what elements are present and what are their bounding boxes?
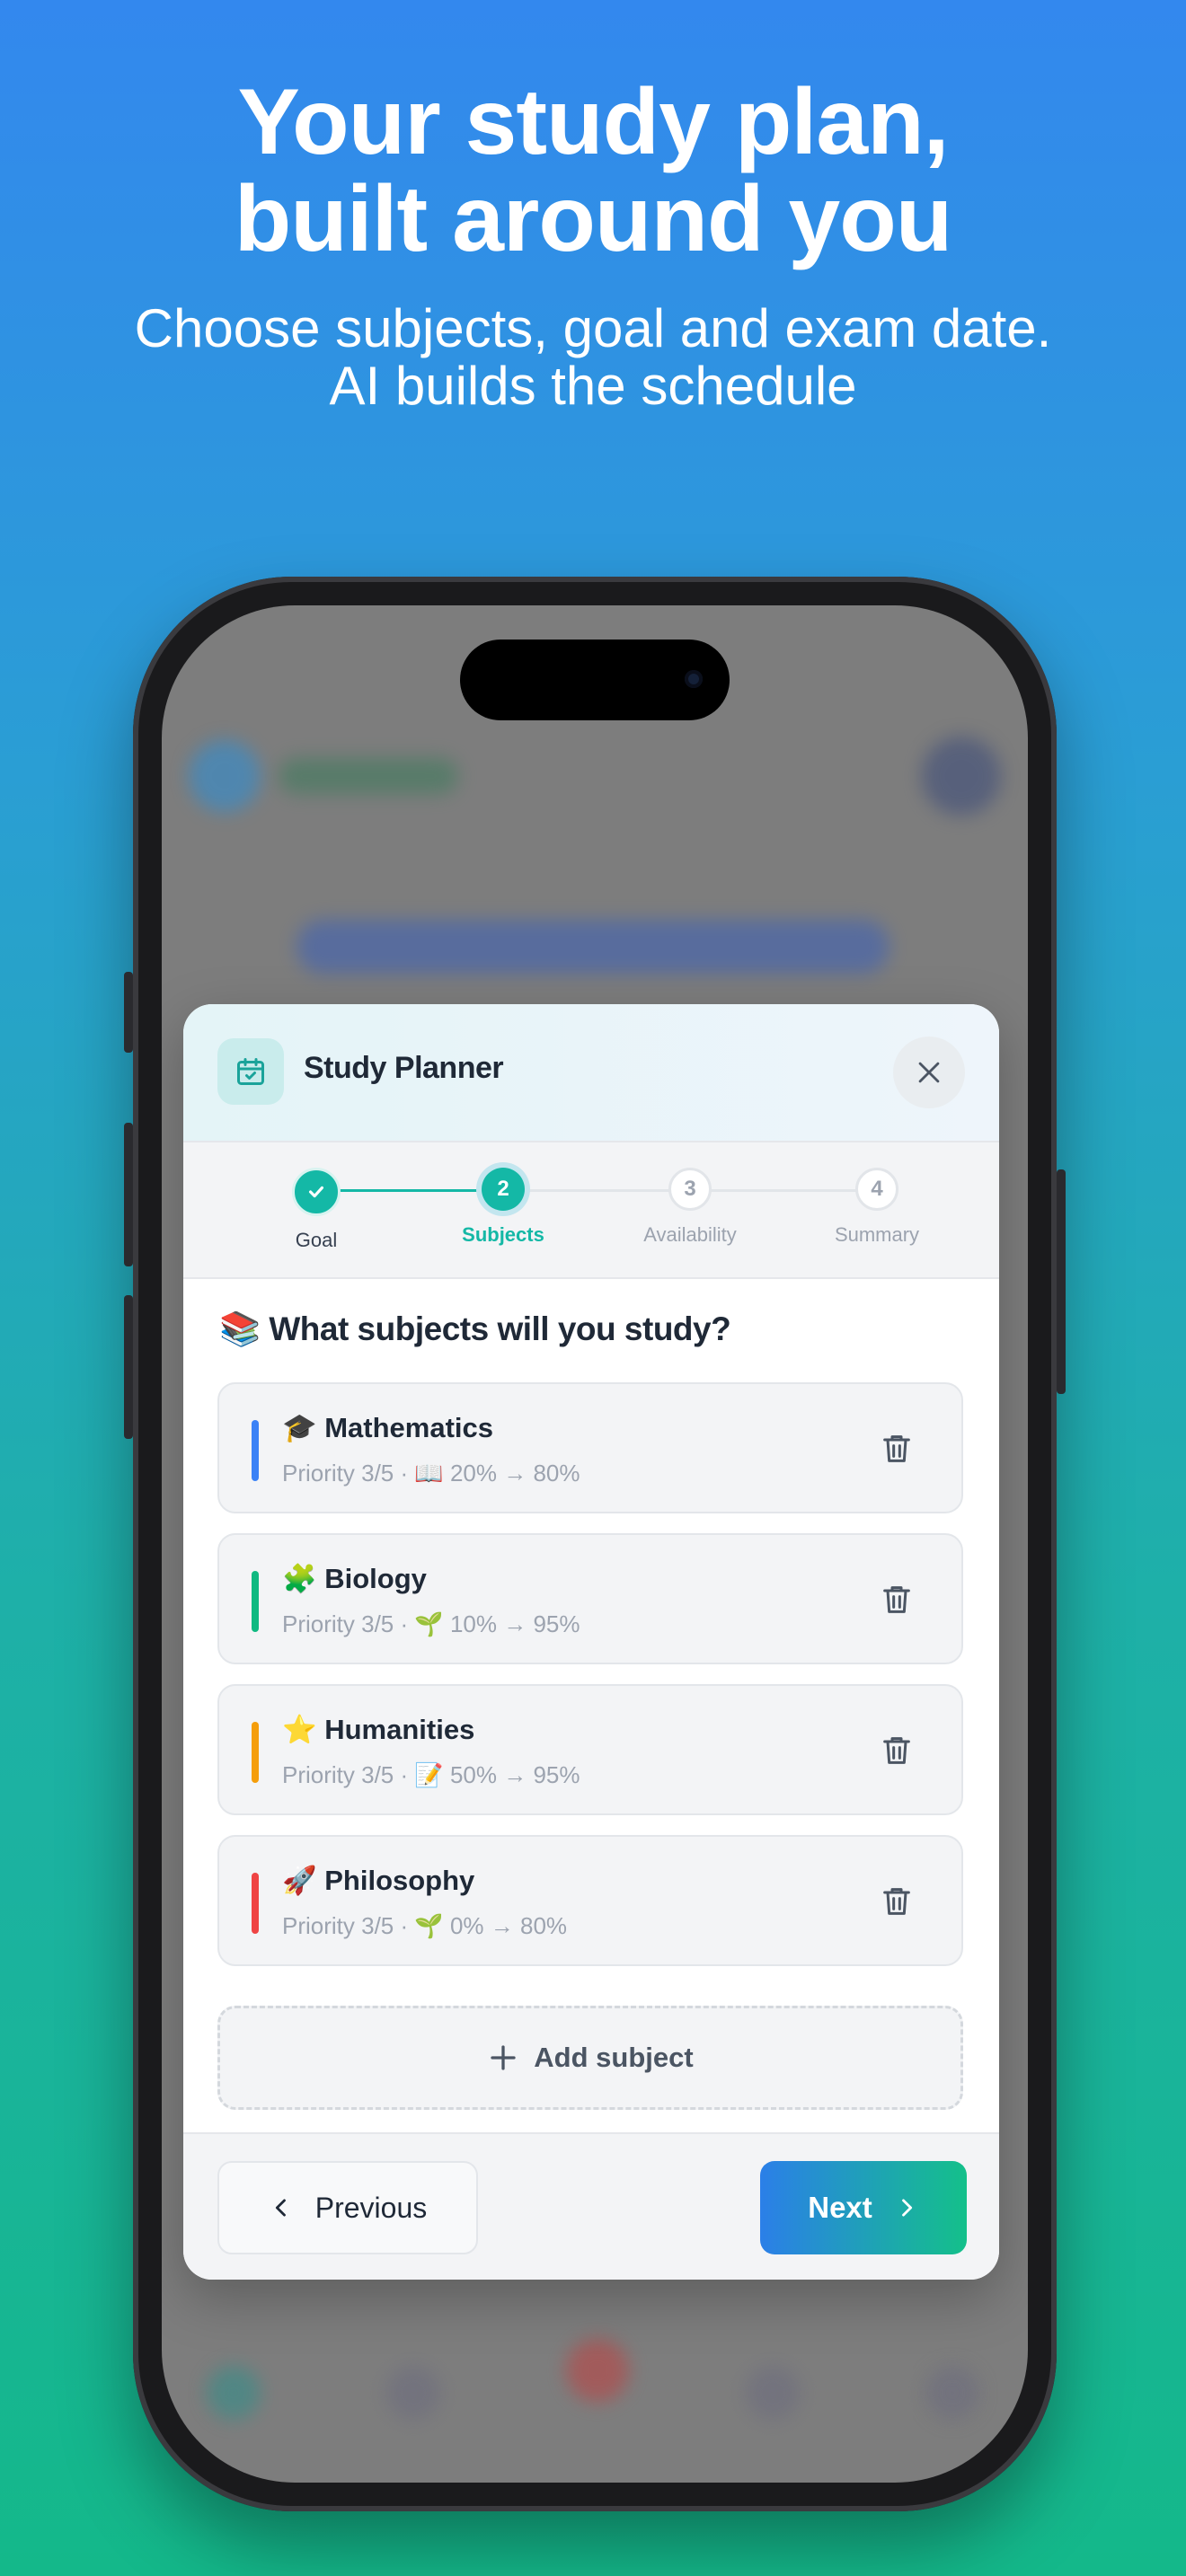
previous-label: Previous xyxy=(314,2191,428,2224)
hero-title: Your study plan, built around you xyxy=(0,74,1186,268)
phone-power-button xyxy=(1057,1169,1066,1394)
question-heading: 📚 What subjects will you study? xyxy=(219,1310,731,1349)
previous-button[interactable]: Previous xyxy=(217,2161,478,2254)
bg-tab-icon-2 xyxy=(386,2366,440,2420)
next-label: Next xyxy=(808,2191,872,2224)
phone-action-button xyxy=(124,972,133,1053)
subject-name: 🚀 Philosophy xyxy=(282,1864,474,1897)
hero: Your study plan, built around you Choose… xyxy=(0,0,1186,415)
bg-tab-icon-4 xyxy=(746,2366,800,2420)
step-availability[interactable]: 3 Availability xyxy=(618,1168,762,1247)
step-label: Summary xyxy=(834,1223,920,1246)
hero-subtitle-line-1: Choose subjects, goal and exam date. xyxy=(134,298,1052,358)
subject-color-bar xyxy=(252,1571,259,1632)
phone-volume-down-button xyxy=(124,1295,133,1439)
step-number: 3 xyxy=(668,1168,712,1211)
hero-subtitle-line-2: AI builds the schedule xyxy=(329,356,857,416)
stepper: Goal 2 Subjects 3 Availability 4 Summary xyxy=(183,1142,999,1279)
star-icon: ⭐ xyxy=(282,1714,317,1746)
check-icon xyxy=(292,1168,341,1216)
subject-card-humanities[interactable]: ⭐ Humanities Priority 3/5 · 📝 50% → 95% xyxy=(217,1684,963,1815)
subject-card-biology[interactable]: 🧩 Biology Priority 3/5 · 🌱 10% → 95% xyxy=(217,1533,963,1664)
step-goal[interactable]: Goal xyxy=(244,1168,388,1252)
add-subject-button[interactable]: Add subject xyxy=(217,2006,963,2110)
subject-name-text: Philosophy xyxy=(324,1865,475,1896)
subject-name-text: Mathematics xyxy=(324,1412,494,1443)
subject-meta: Priority 3/5 · 📝 50% → 95% xyxy=(282,1761,580,1788)
step-summary[interactable]: 4 Summary xyxy=(805,1168,949,1247)
close-icon xyxy=(918,1062,940,1083)
add-subject-label: Add subject xyxy=(534,2042,694,2073)
bg-tab-icon-1 xyxy=(207,2366,261,2420)
modal-title: Study Planner xyxy=(304,1051,504,1085)
subject-card-mathematics[interactable]: 🎓 Mathematics Priority 3/5 · 📖 20% → 80% xyxy=(217,1382,963,1513)
chevron-left-icon xyxy=(275,2199,286,2217)
subject-name: 🎓 Mathematics xyxy=(282,1411,493,1444)
hero-subtitle: Choose subjects, goal and exam date. AI … xyxy=(0,300,1186,415)
next-button[interactable]: Next xyxy=(760,2161,967,2254)
question-text: What subjects will you study? xyxy=(269,1310,731,1347)
close-button[interactable] xyxy=(893,1037,965,1108)
subject-meta: Priority 3/5 · 🌱 0% → 80% xyxy=(282,1912,568,1939)
bg-tab-icon-5 xyxy=(925,2366,979,2420)
plus-icon xyxy=(491,2045,516,2070)
step-number: 2 xyxy=(482,1168,525,1211)
chevron-right-icon xyxy=(901,2199,912,2217)
trash-icon[interactable] xyxy=(879,1582,915,1618)
hero-title-line-1: Your study plan, xyxy=(237,70,949,174)
step-label: Subjects xyxy=(462,1223,544,1246)
subject-meta: Priority 3/5 · 📖 20% → 80% xyxy=(282,1460,580,1486)
subject-name: 🧩 Biology xyxy=(282,1562,427,1595)
graduation-cap-icon: 🎓 xyxy=(282,1412,317,1444)
hero-title-line-2: built around you xyxy=(234,167,953,271)
trash-icon[interactable] xyxy=(879,1883,915,1919)
step-subjects[interactable]: 2 Subjects xyxy=(431,1168,575,1247)
calendar-check-icon xyxy=(217,1038,284,1105)
subject-color-bar xyxy=(252,1722,259,1783)
step-label: Availability xyxy=(643,1223,737,1246)
trash-icon[interactable] xyxy=(879,1431,915,1467)
subject-name-text: Humanities xyxy=(324,1714,475,1745)
books-icon: 📚 xyxy=(219,1310,261,1348)
trash-icon[interactable] xyxy=(879,1733,915,1769)
bg-app-logo xyxy=(189,740,261,812)
phone-screen: Study Planner Goal 2 Subjects 3 Availabi… xyxy=(162,605,1028,2483)
subject-name-text: Biology xyxy=(324,1563,427,1594)
bg-app-heading xyxy=(296,920,890,974)
subject-name: ⭐ Humanities xyxy=(282,1713,474,1746)
puzzle-icon: 🧩 xyxy=(282,1563,317,1595)
rocket-icon: 🚀 xyxy=(282,1865,317,1897)
modal-footer: Previous Next xyxy=(183,2132,999,2280)
study-planner-modal: Study Planner Goal 2 Subjects 3 Availabi… xyxy=(183,1004,999,2280)
modal-header: Study Planner xyxy=(183,1004,999,1142)
subject-meta: Priority 3/5 · 🌱 10% → 95% xyxy=(282,1610,580,1637)
phone-volume-up-button xyxy=(124,1123,133,1266)
subject-card-philosophy[interactable]: 🚀 Philosophy Priority 3/5 · 🌱 0% → 80% xyxy=(217,1835,963,1966)
subject-color-bar xyxy=(252,1420,259,1481)
subjects-content: 📚 What subjects will you study? 🎓 Mathem… xyxy=(183,1279,999,2136)
step-number: 4 xyxy=(855,1168,898,1211)
bg-app-title xyxy=(279,758,458,794)
subject-color-bar xyxy=(252,1873,259,1934)
bg-app-avatar xyxy=(922,737,1001,816)
step-label: Goal xyxy=(295,1229,338,1251)
camera-icon xyxy=(685,670,703,688)
dynamic-island xyxy=(460,640,730,720)
phone-frame: Study Planner Goal 2 Subjects 3 Availabi… xyxy=(124,577,1066,2511)
bg-tab-icon-3 xyxy=(566,2339,629,2402)
